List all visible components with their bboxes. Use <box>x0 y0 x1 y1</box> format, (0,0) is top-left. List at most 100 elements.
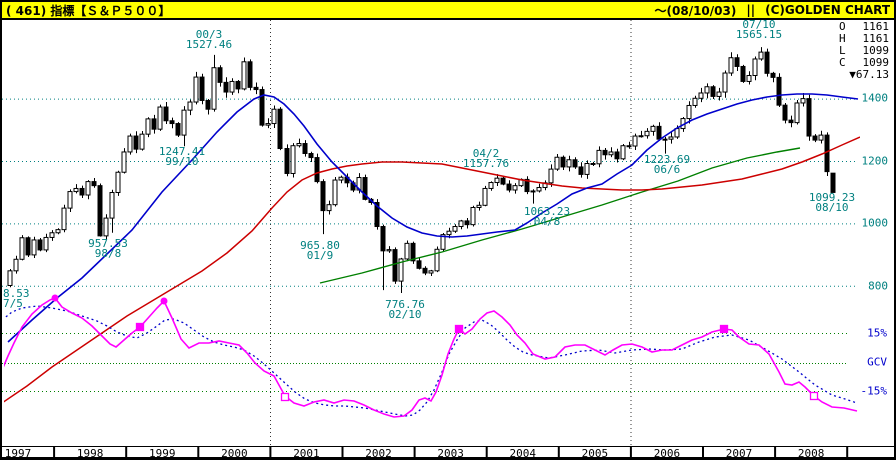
bull-candle <box>555 157 559 169</box>
bear-candle <box>200 77 204 100</box>
bear-candle <box>507 184 511 190</box>
bear-candle <box>825 135 829 172</box>
bull-candle <box>759 52 763 59</box>
bear-candle <box>783 105 787 120</box>
bear-candle <box>315 158 319 182</box>
bear-candle <box>501 178 505 184</box>
bull-candle <box>405 243 409 259</box>
peak-annotation: 00/31527.46 <box>186 30 232 50</box>
bear-candle <box>741 66 745 81</box>
trough-annotation: 1063.2304/8 <box>524 207 570 227</box>
bear-candle <box>615 152 619 159</box>
y-axis-label: 1200 <box>862 155 889 168</box>
peak-annotation: 04/21157.76 <box>463 149 509 169</box>
bear-candle <box>26 238 30 255</box>
bull-candle <box>327 205 331 211</box>
bull-candle <box>50 233 54 238</box>
bull-candle <box>621 146 625 159</box>
bull-candle <box>86 182 90 195</box>
bull-candle <box>609 152 613 155</box>
bull-candle <box>188 102 192 110</box>
bull-candle <box>645 131 649 135</box>
bear-candle <box>170 121 174 124</box>
bull-candle <box>158 107 162 129</box>
peak-annotation: 07/101565.15 <box>736 20 782 40</box>
bull-candle <box>651 126 655 131</box>
bull-candle <box>495 178 499 182</box>
bear-candle <box>164 107 168 121</box>
bull-candle <box>20 238 24 260</box>
bull-candle <box>110 193 114 219</box>
price-chart-canvas <box>2 2 896 460</box>
trough-annotation: 957.5398/8 <box>88 239 128 259</box>
bull-candle <box>639 136 643 137</box>
candles-group <box>8 47 835 293</box>
bull-candle <box>333 180 337 205</box>
bull-candle <box>194 77 198 102</box>
bull-candle <box>753 59 757 76</box>
bear-candle <box>98 186 102 236</box>
bull-candle <box>585 163 589 174</box>
bull-candle <box>549 169 553 183</box>
signal-marker-circle <box>52 295 59 302</box>
bull-candle <box>693 98 697 105</box>
bull-candle <box>669 137 673 139</box>
bear-candle <box>303 144 307 154</box>
mid-moving-average <box>8 94 858 342</box>
bear-candle <box>627 146 631 147</box>
change-value: ▼67.13 <box>839 69 889 81</box>
bull-candle <box>272 109 276 123</box>
trough-annotation: 1223.6906/6 <box>644 155 690 175</box>
bull-candle <box>633 136 637 146</box>
bear-candle <box>771 73 775 77</box>
bear-candle <box>831 173 835 192</box>
bull-candle <box>471 207 475 224</box>
ohlc-panel: O 1161 H 1161 L 1099 C 1099 ▼67.13 <box>839 21 889 81</box>
bear-candle <box>807 99 811 136</box>
bear-candle <box>236 81 240 88</box>
golden-cross-marker <box>721 326 728 333</box>
bear-candle <box>417 261 421 268</box>
bull-candle <box>146 119 150 134</box>
bear-candle <box>218 68 222 83</box>
bull-candle <box>747 76 751 82</box>
bull-candle <box>705 87 709 93</box>
oscillator-axis-label: 15% <box>867 327 887 340</box>
bull-candle <box>339 177 343 180</box>
bull-candle <box>729 58 733 73</box>
bear-candle <box>813 136 817 140</box>
bear-candle <box>92 182 96 186</box>
bull-candle <box>104 218 108 236</box>
bull-candle <box>819 135 823 140</box>
bear-candle <box>777 77 781 105</box>
y-axis-label: 1400 <box>862 92 889 105</box>
bull-candle <box>128 136 132 152</box>
bull-candle <box>531 191 535 192</box>
bull-candle <box>242 62 246 89</box>
bear-candle <box>423 268 427 273</box>
golden-cross-marker <box>137 324 144 331</box>
y-axis-label: 1000 <box>862 217 889 230</box>
golden-chart-app: ( 461) 指標【Ｓ＆Ｐ５００】 ～(08/10/03) || (C)GOLD… <box>0 0 896 460</box>
bear-candle <box>285 149 289 174</box>
trough-annotation: 8.537/5 <box>3 289 30 309</box>
golden-cross-marker <box>456 326 463 333</box>
bear-candle <box>573 160 577 167</box>
bull-candle <box>477 205 481 207</box>
bull-candle <box>140 134 144 149</box>
bear-candle <box>134 136 138 149</box>
bull-candle <box>513 186 517 190</box>
bear-candle <box>152 119 156 129</box>
bear-candle <box>309 154 313 158</box>
bear-candle <box>176 124 180 136</box>
trough-annotation: 965.8001/9 <box>300 241 340 261</box>
bear-candle <box>735 58 739 67</box>
oscillator-axis-label: GCV <box>867 356 887 369</box>
bull-candle <box>297 144 301 146</box>
bull-candle <box>182 110 186 135</box>
bull-candle <box>14 259 18 271</box>
bull-candle <box>699 93 703 98</box>
bull-candle <box>687 105 691 118</box>
bull-candle <box>717 92 721 96</box>
bull-candle <box>266 124 270 126</box>
